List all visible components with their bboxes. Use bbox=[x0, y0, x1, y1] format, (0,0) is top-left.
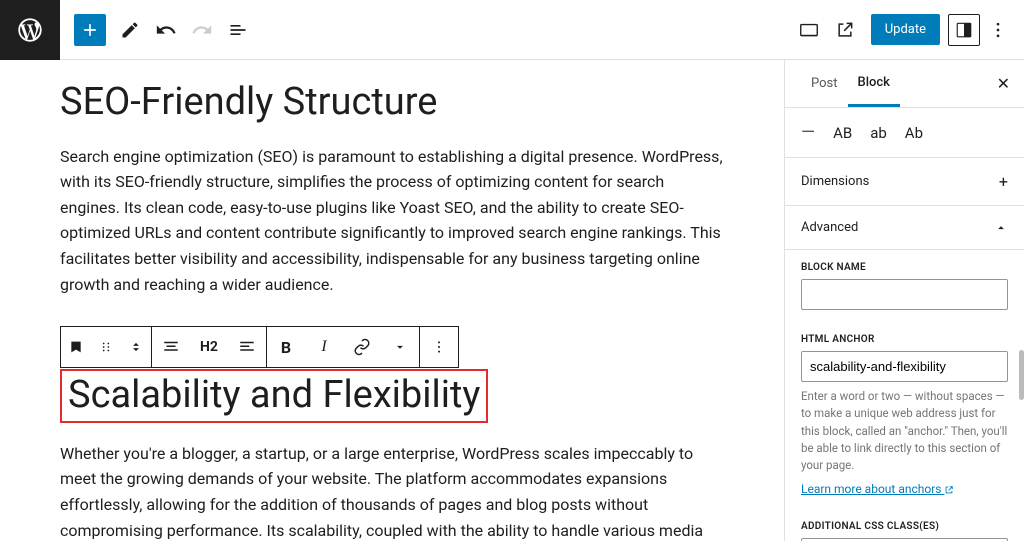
align-button[interactable] bbox=[152, 327, 190, 367]
tab-post[interactable]: Post bbox=[801, 62, 848, 105]
undo-button[interactable] bbox=[148, 12, 184, 48]
letter-case-row: — AB ab Ab bbox=[785, 108, 1024, 158]
drag-handle-icon[interactable] bbox=[91, 327, 121, 367]
plus-icon: + bbox=[999, 172, 1008, 191]
preview-button[interactable] bbox=[827, 12, 863, 48]
sidebar-tabs: Post Block ✕ bbox=[785, 60, 1024, 108]
redo-button[interactable] bbox=[184, 12, 220, 48]
html-anchor-field: HTML ANCHOR Enter a word or two — withou… bbox=[785, 322, 1024, 509]
close-sidebar-icon[interactable]: ✕ bbox=[997, 74, 1010, 93]
update-button[interactable]: Update bbox=[871, 14, 940, 45]
wordpress-logo[interactable] bbox=[0, 0, 60, 60]
paragraph-seo[interactable]: Search engine optimization (SEO) is para… bbox=[60, 144, 724, 298]
document-outline-button[interactable] bbox=[220, 12, 256, 48]
case-cap[interactable]: Ab bbox=[905, 124, 923, 142]
chevron-up-icon bbox=[994, 221, 1008, 235]
move-arrows-icon[interactable] bbox=[121, 327, 151, 367]
html-anchor-input[interactable] bbox=[801, 351, 1008, 382]
link-button[interactable] bbox=[343, 327, 381, 367]
advanced-panel[interactable]: Advanced bbox=[785, 206, 1024, 250]
case-upper[interactable]: AB bbox=[833, 124, 852, 142]
settings-sidebar: Post Block ✕ — AB ab Ab Dimensions + Adv… bbox=[784, 60, 1024, 541]
heading-seo[interactable]: SEO-Friendly Structure bbox=[60, 80, 724, 126]
block-name-input[interactable] bbox=[801, 279, 1008, 310]
case-lower[interactable]: ab bbox=[870, 124, 887, 142]
more-options-button[interactable] bbox=[980, 12, 1016, 48]
block-type-icon[interactable] bbox=[61, 327, 91, 367]
css-classes-field: ADDITIONAL CSS CLASS(ES) Separate multip… bbox=[785, 509, 1024, 541]
top-toolbar: Update bbox=[0, 0, 1024, 60]
add-block-button[interactable] bbox=[74, 14, 106, 46]
heading-level-button[interactable]: H2 bbox=[190, 327, 228, 367]
scrollbar-thumb[interactable] bbox=[1019, 350, 1024, 400]
dimensions-panel[interactable]: Dimensions + bbox=[785, 158, 1024, 206]
italic-button[interactable]: I bbox=[305, 327, 343, 367]
heading-scalability-selected[interactable]: Scalability and Flexibility bbox=[60, 369, 488, 423]
edit-tool-button[interactable] bbox=[112, 12, 148, 48]
block-name-field: BLOCK NAME bbox=[785, 250, 1024, 322]
block-toolbar: H2 B I bbox=[60, 326, 459, 368]
block-name-label: BLOCK NAME bbox=[801, 262, 1008, 273]
text-align-button[interactable] bbox=[228, 327, 266, 367]
learn-more-link[interactable]: Learn more about anchors bbox=[801, 482, 954, 496]
css-classes-label: ADDITIONAL CSS CLASS(ES) bbox=[801, 521, 1008, 532]
paragraph-scalability[interactable]: Whether you're a blogger, a startup, or … bbox=[60, 441, 724, 541]
decrease-icon[interactable]: — bbox=[801, 122, 815, 143]
block-more-options[interactable] bbox=[420, 327, 458, 367]
view-button[interactable] bbox=[791, 12, 827, 48]
settings-panel-toggle[interactable] bbox=[948, 14, 980, 46]
bold-button[interactable]: B bbox=[267, 327, 305, 367]
tab-block[interactable]: Block bbox=[848, 61, 900, 107]
more-formatting-button[interactable] bbox=[381, 327, 419, 367]
html-anchor-label: HTML ANCHOR bbox=[801, 334, 1008, 345]
anchor-help-text: Enter a word or two — without spaces — t… bbox=[801, 388, 1008, 474]
editor-canvas[interactable]: SEO-Friendly Structure Search engine opt… bbox=[0, 60, 784, 541]
